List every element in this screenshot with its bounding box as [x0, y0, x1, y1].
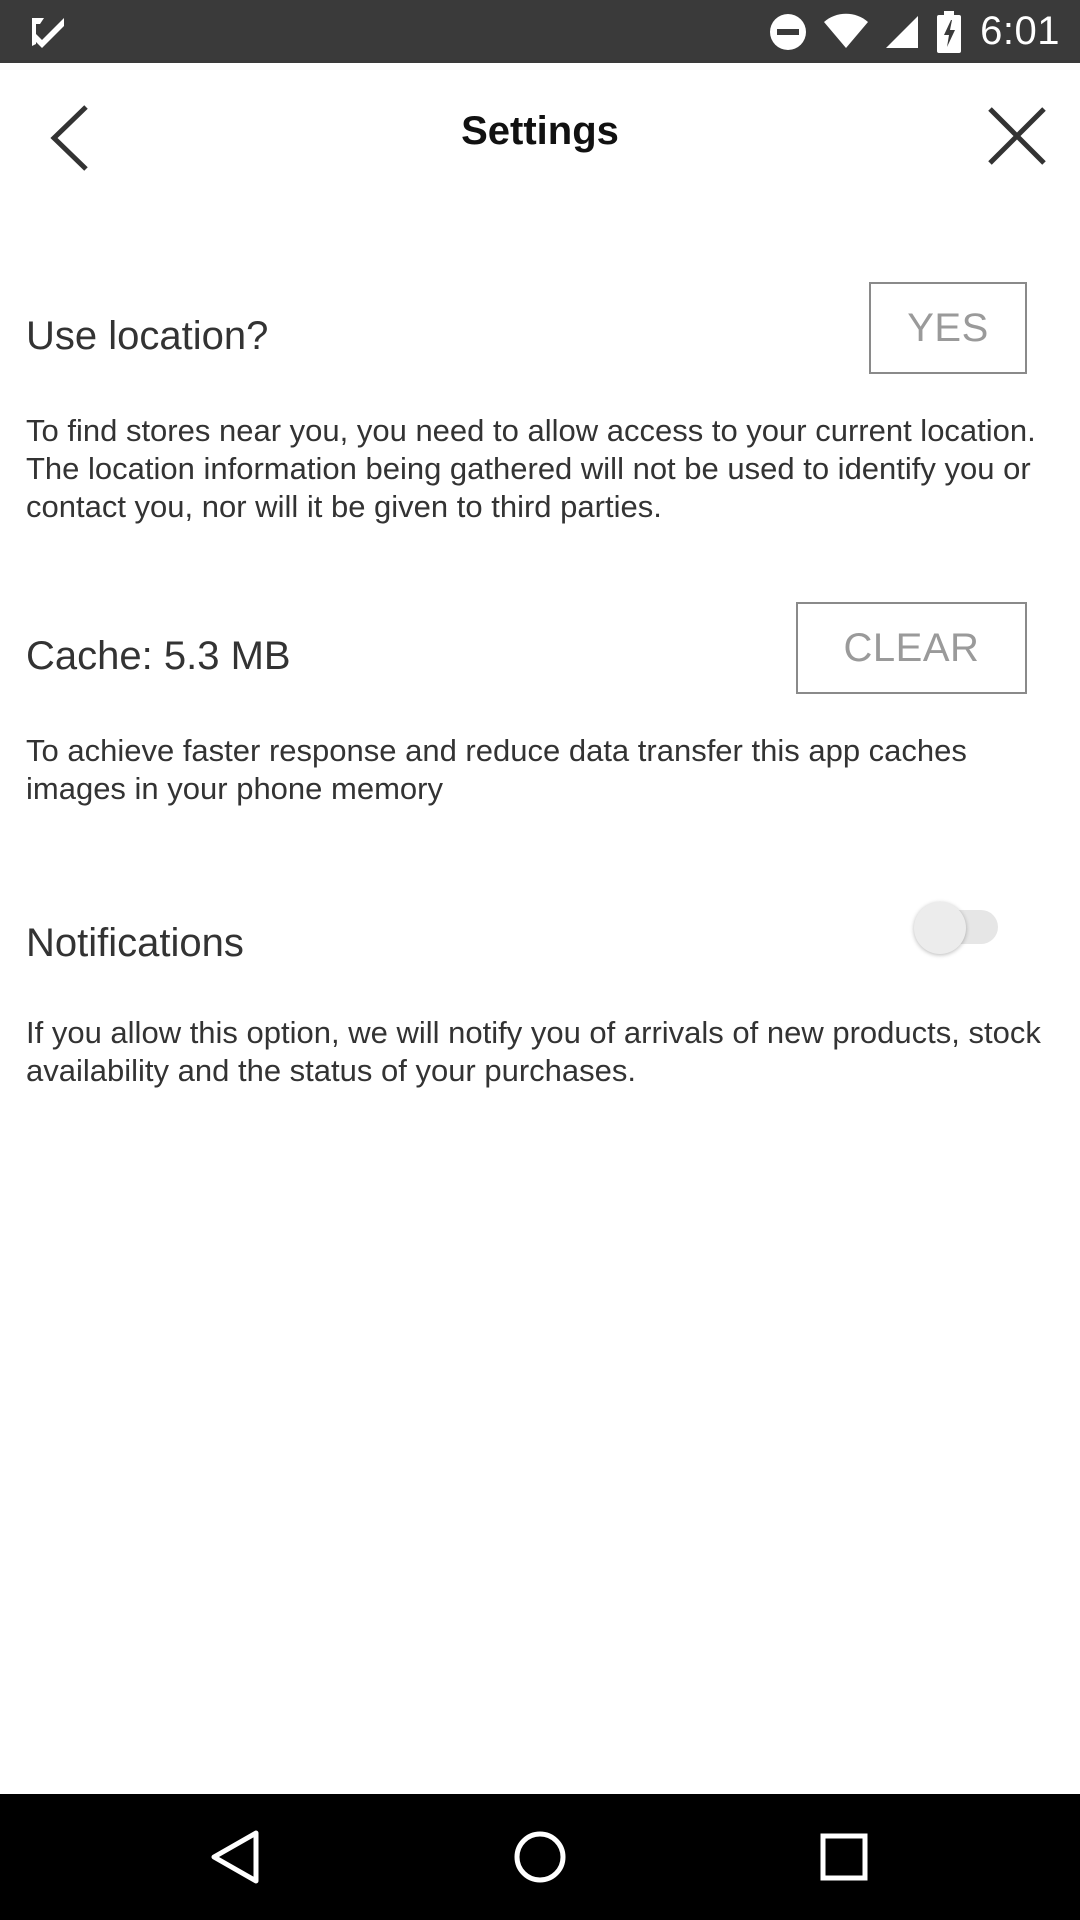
notifications-toggle[interactable]: [914, 898, 998, 954]
notifications-description: If you allow this option, we will notify…: [26, 1015, 1041, 1088]
tasks-check-icon: [32, 18, 64, 48]
recents-square-icon[interactable]: [814, 1827, 874, 1887]
page-title: Settings: [461, 109, 619, 153]
clear-cache-button[interactable]: CLEAR: [796, 602, 1027, 694]
signal-icon: [886, 15, 919, 48]
status-icons: 6:01: [754, 0, 1060, 63]
location-yes-button[interactable]: YES: [869, 282, 1027, 374]
close-icon[interactable]: [986, 105, 1048, 167]
battery-charging-icon: [937, 10, 962, 53]
app-header: Settings: [0, 63, 1080, 205]
navigation-bar: [0, 1794, 1080, 1920]
wifi-icon: [824, 13, 869, 48]
do-not-disturb-icon: [770, 13, 807, 50]
cache-description: To achieve faster response and reduce da…: [26, 733, 967, 806]
cache-label: Cache: 5.3 MB: [26, 634, 291, 678]
location-description: To find stores near you, you need to all…: [26, 413, 1036, 524]
home-circle-icon[interactable]: [510, 1827, 570, 1887]
notifications-label: Notifications: [26, 921, 244, 965]
status-time: 6:01: [980, 9, 1060, 53]
location-label: Use location?: [26, 314, 269, 358]
status-bar: 6:01: [0, 0, 1080, 63]
toggle-thumb: [914, 902, 966, 954]
back-triangle-icon[interactable]: [206, 1827, 266, 1887]
